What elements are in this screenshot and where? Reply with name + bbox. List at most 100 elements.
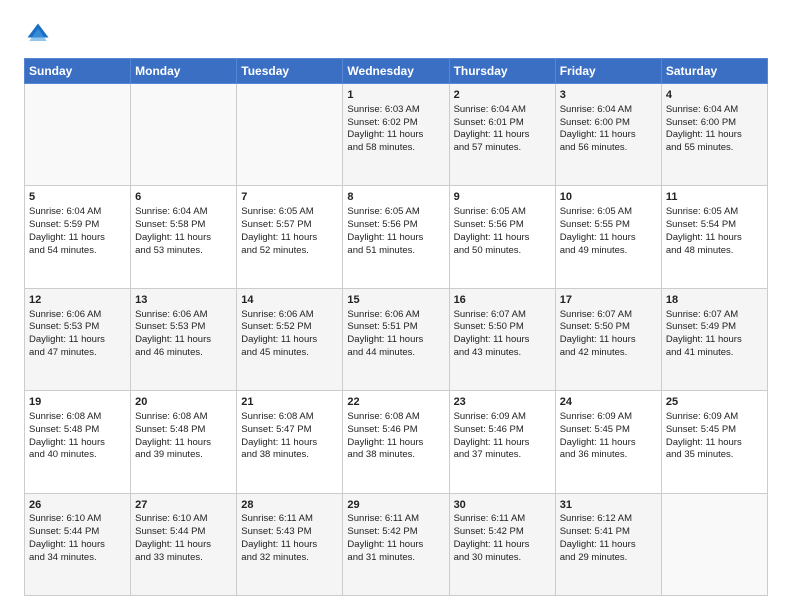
- day-number: 21: [241, 395, 338, 410]
- day-info: and 40 minutes.: [29, 449, 126, 462]
- day-info: Daylight: 11 hours: [454, 129, 551, 142]
- day-number: 25: [666, 395, 763, 410]
- day-info: Sunrise: 6:04 AM: [29, 206, 126, 219]
- day-info: Sunrise: 6:05 AM: [454, 206, 551, 219]
- calendar-header-sunday: Sunday: [25, 59, 131, 84]
- day-info: and 34 minutes.: [29, 552, 126, 565]
- calendar-week-3: 19Sunrise: 6:08 AMSunset: 5:48 PMDayligh…: [25, 391, 768, 493]
- calendar-cell: 3Sunrise: 6:04 AMSunset: 6:00 PMDaylight…: [555, 84, 661, 186]
- day-info: Sunset: 6:00 PM: [560, 117, 657, 130]
- day-info: Sunset: 5:47 PM: [241, 424, 338, 437]
- day-info: Sunrise: 6:05 AM: [347, 206, 444, 219]
- calendar-cell: 30Sunrise: 6:11 AMSunset: 5:42 PMDayligh…: [449, 493, 555, 595]
- day-info: Sunrise: 6:11 AM: [454, 513, 551, 526]
- day-info: and 32 minutes.: [241, 552, 338, 565]
- calendar-header-row: SundayMondayTuesdayWednesdayThursdayFrid…: [25, 59, 768, 84]
- calendar-cell: [237, 84, 343, 186]
- calendar-cell: 25Sunrise: 6:09 AMSunset: 5:45 PMDayligh…: [661, 391, 767, 493]
- day-info: and 33 minutes.: [135, 552, 232, 565]
- day-info: and 43 minutes.: [454, 347, 551, 360]
- day-info: Sunrise: 6:07 AM: [666, 309, 763, 322]
- calendar-cell: [661, 493, 767, 595]
- calendar-week-0: 1Sunrise: 6:03 AMSunset: 6:02 PMDaylight…: [25, 84, 768, 186]
- day-info: Daylight: 11 hours: [241, 334, 338, 347]
- day-info: Sunrise: 6:06 AM: [347, 309, 444, 322]
- day-number: 1: [347, 88, 444, 103]
- calendar-cell: 31Sunrise: 6:12 AMSunset: 5:41 PMDayligh…: [555, 493, 661, 595]
- day-info: Sunrise: 6:09 AM: [560, 411, 657, 424]
- day-info: and 58 minutes.: [347, 142, 444, 155]
- day-info: Sunset: 5:50 PM: [560, 321, 657, 334]
- day-info: Daylight: 11 hours: [29, 539, 126, 552]
- day-info: Sunset: 5:56 PM: [347, 219, 444, 232]
- day-info: Sunset: 5:45 PM: [666, 424, 763, 437]
- calendar-cell: 7Sunrise: 6:05 AMSunset: 5:57 PMDaylight…: [237, 186, 343, 288]
- day-info: Daylight: 11 hours: [29, 232, 126, 245]
- calendar-week-4: 26Sunrise: 6:10 AMSunset: 5:44 PMDayligh…: [25, 493, 768, 595]
- calendar-cell: 20Sunrise: 6:08 AMSunset: 5:48 PMDayligh…: [131, 391, 237, 493]
- day-info: Daylight: 11 hours: [666, 129, 763, 142]
- day-info: and 48 minutes.: [666, 245, 763, 258]
- day-info: and 53 minutes.: [135, 245, 232, 258]
- day-info: Daylight: 11 hours: [135, 334, 232, 347]
- day-number: 23: [454, 395, 551, 410]
- day-info: Sunrise: 6:08 AM: [347, 411, 444, 424]
- calendar-cell: 12Sunrise: 6:06 AMSunset: 5:53 PMDayligh…: [25, 288, 131, 390]
- day-info: and 39 minutes.: [135, 449, 232, 462]
- day-info: Daylight: 11 hours: [560, 334, 657, 347]
- day-info: Daylight: 11 hours: [241, 437, 338, 450]
- day-info: Sunrise: 6:07 AM: [454, 309, 551, 322]
- day-info: Daylight: 11 hours: [454, 232, 551, 245]
- day-info: Sunrise: 6:06 AM: [241, 309, 338, 322]
- day-info: and 38 minutes.: [347, 449, 444, 462]
- page: SundayMondayTuesdayWednesdayThursdayFrid…: [0, 0, 792, 612]
- day-info: Daylight: 11 hours: [241, 232, 338, 245]
- day-info: Daylight: 11 hours: [666, 232, 763, 245]
- day-info: Sunrise: 6:08 AM: [241, 411, 338, 424]
- day-number: 9: [454, 190, 551, 205]
- day-info: Daylight: 11 hours: [347, 232, 444, 245]
- day-info: and 50 minutes.: [454, 245, 551, 258]
- day-info: Sunrise: 6:05 AM: [241, 206, 338, 219]
- calendar-cell: 23Sunrise: 6:09 AMSunset: 5:46 PMDayligh…: [449, 391, 555, 493]
- calendar-cell: 10Sunrise: 6:05 AMSunset: 5:55 PMDayligh…: [555, 186, 661, 288]
- day-info: Sunset: 5:48 PM: [29, 424, 126, 437]
- day-info: and 29 minutes.: [560, 552, 657, 565]
- day-info: Daylight: 11 hours: [666, 437, 763, 450]
- day-info: and 45 minutes.: [241, 347, 338, 360]
- calendar-header-saturday: Saturday: [661, 59, 767, 84]
- day-info: Sunrise: 6:04 AM: [135, 206, 232, 219]
- day-info: Sunrise: 6:04 AM: [560, 104, 657, 117]
- day-info: Sunrise: 6:08 AM: [29, 411, 126, 424]
- day-info: Sunset: 5:53 PM: [135, 321, 232, 334]
- calendar-header-friday: Friday: [555, 59, 661, 84]
- day-info: Sunrise: 6:06 AM: [29, 309, 126, 322]
- day-info: Sunrise: 6:11 AM: [347, 513, 444, 526]
- day-info: Sunrise: 6:04 AM: [666, 104, 763, 117]
- day-info: Sunrise: 6:09 AM: [454, 411, 551, 424]
- day-info: and 42 minutes.: [560, 347, 657, 360]
- calendar-cell: 6Sunrise: 6:04 AMSunset: 5:58 PMDaylight…: [131, 186, 237, 288]
- calendar-header-thursday: Thursday: [449, 59, 555, 84]
- day-info: Daylight: 11 hours: [560, 232, 657, 245]
- calendar-week-2: 12Sunrise: 6:06 AMSunset: 5:53 PMDayligh…: [25, 288, 768, 390]
- calendar-cell: 19Sunrise: 6:08 AMSunset: 5:48 PMDayligh…: [25, 391, 131, 493]
- day-info: and 55 minutes.: [666, 142, 763, 155]
- day-info: and 57 minutes.: [454, 142, 551, 155]
- day-info: and 30 minutes.: [454, 552, 551, 565]
- calendar-cell: 9Sunrise: 6:05 AMSunset: 5:56 PMDaylight…: [449, 186, 555, 288]
- day-number: 13: [135, 293, 232, 308]
- day-info: Daylight: 11 hours: [347, 539, 444, 552]
- day-info: Sunset: 5:52 PM: [241, 321, 338, 334]
- day-info: Daylight: 11 hours: [135, 232, 232, 245]
- calendar-cell: [25, 84, 131, 186]
- calendar-cell: 14Sunrise: 6:06 AMSunset: 5:52 PMDayligh…: [237, 288, 343, 390]
- calendar-header-wednesday: Wednesday: [343, 59, 449, 84]
- day-number: 30: [454, 498, 551, 513]
- day-number: 8: [347, 190, 444, 205]
- day-number: 16: [454, 293, 551, 308]
- day-info: and 54 minutes.: [29, 245, 126, 258]
- day-info: Sunrise: 6:05 AM: [560, 206, 657, 219]
- day-info: Sunrise: 6:06 AM: [135, 309, 232, 322]
- day-info: Sunset: 5:41 PM: [560, 526, 657, 539]
